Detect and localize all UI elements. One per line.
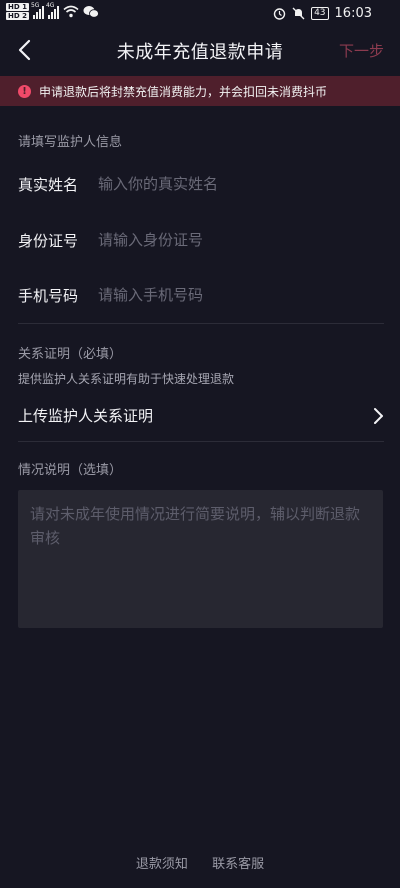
phone-label: 手机号码: [18, 287, 79, 305]
alarm-icon: [273, 8, 286, 20]
relation-section-label: 关系证明（必填）: [18, 347, 123, 362]
hd-indicator: HD 1 HD 2: [6, 3, 29, 20]
battery-icon: 43: [311, 7, 329, 20]
signal-2-type: 4G: [45, 1, 55, 9]
refund-application-page: HD 1 HD 2 5G 4G 43 16:03 未成年充值退款申请 下一步 !…: [0, 0, 400, 888]
signal-1-icon: 5G: [30, 1, 44, 19]
status-bar: HD 1 HD 2 5G 4G 43 16:03: [0, 0, 400, 28]
nav-bar: 未成年充值退款申请 下一步: [0, 28, 400, 74]
refund-notice-link[interactable]: 退款须知: [136, 853, 188, 872]
phone-input[interactable]: [98, 281, 378, 309]
description-textarea[interactable]: [18, 490, 383, 628]
description-section-label: 情况说明（选填）: [18, 463, 123, 478]
mute-bell-icon: [292, 7, 305, 20]
upload-relation-proof-label: 上传监护人关系证明: [18, 407, 154, 425]
upload-relation-proof-row[interactable]: 上传监护人关系证明: [0, 398, 400, 434]
contact-service-link[interactable]: 联系客服: [212, 853, 264, 872]
next-step-button[interactable]: 下一步: [339, 40, 384, 61]
relation-helper-text: 提供监护人关系证明有助于快速处理退款: [18, 372, 235, 386]
real-name-label: 真实姓名: [18, 176, 79, 194]
wifi-icon: [63, 5, 79, 18]
id-number-row: 身份证号: [0, 220, 400, 260]
phone-row: 手机号码: [0, 275, 400, 315]
warning-banner: ! 申请退款后将封禁充值消费能力，并会扣回未消费抖币: [0, 76, 400, 106]
real-name-input[interactable]: [98, 170, 378, 198]
id-number-input[interactable]: [98, 226, 378, 254]
chevron-right-icon: [374, 408, 383, 424]
signal-2-icon: 4G: [45, 1, 59, 19]
signal-1-type: 5G: [30, 1, 40, 9]
footer-links: 退款须知 联系客服: [0, 853, 400, 872]
warning-text: 申请退款后将封禁充值消费能力，并会扣回未消费抖币: [39, 84, 328, 99]
hd2-badge: HD 2: [6, 12, 29, 20]
divider: [18, 441, 384, 442]
id-number-label: 身份证号: [18, 232, 79, 250]
divider: [18, 323, 384, 324]
description-box: [18, 490, 383, 628]
wechat-icon: [83, 5, 99, 18]
real-name-row: 真实姓名: [0, 164, 400, 204]
status-right: 43 16:03: [273, 6, 372, 21]
status-left: HD 1 HD 2 5G 4G: [6, 1, 99, 20]
hd1-badge: HD 1: [6, 3, 29, 11]
clock: 16:03: [334, 6, 372, 21]
warning-icon: !: [18, 84, 31, 98]
guardian-section-label: 请填写监护人信息: [18, 135, 123, 150]
